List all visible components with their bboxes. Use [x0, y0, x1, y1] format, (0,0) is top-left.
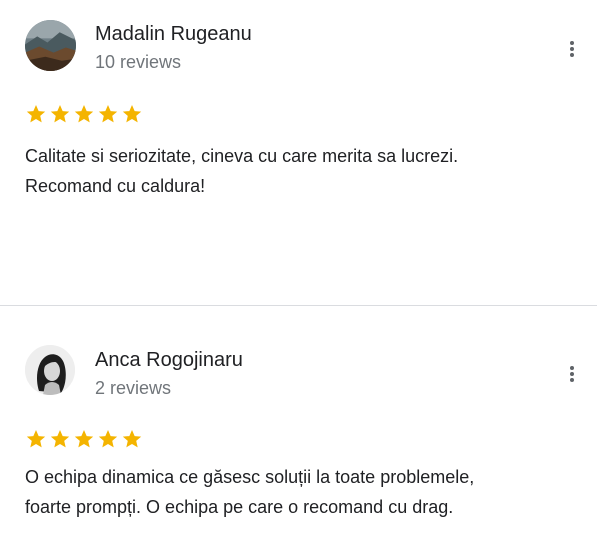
review-card: Madalin Rugeanu 10 reviews Calitate si s…: [0, 0, 597, 306]
avatar[interactable]: [25, 345, 75, 395]
review-count: 10 reviews: [95, 52, 182, 72]
star-icon: [50, 430, 70, 448]
dot: [570, 41, 574, 45]
star-icon: [98, 430, 118, 448]
review-text: Calitate si seriozitate, cineva cu care …: [25, 141, 590, 201]
review-count: 2 reviews: [95, 378, 172, 398]
review-text-line: O echipa dinamica ce găsesc soluții la t…: [25, 467, 475, 487]
more-options-icon[interactable]: [561, 38, 583, 60]
more-options-icon[interactable]: [561, 363, 583, 385]
review-text-line: foarte prompți. O echipa pe care o recom…: [25, 497, 454, 517]
portrait-avatar-image: [25, 345, 75, 395]
divider: [0, 305, 597, 306]
star-icon: [26, 430, 46, 448]
dot: [570, 366, 574, 370]
dot: [570, 372, 574, 376]
landscape-avatar-image: [25, 20, 76, 71]
star-icon: [122, 105, 142, 123]
review-text-line: Recomand cu caldura!: [25, 176, 206, 196]
star-icon: [50, 105, 70, 123]
star-icon: [98, 105, 118, 123]
star-rating: [25, 103, 143, 125]
review-text: O echipa dinamica ce găsesc soluții la t…: [25, 462, 590, 522]
dot: [570, 47, 574, 51]
star-icon: [122, 430, 142, 448]
dot: [570, 378, 574, 382]
review-text-line: Calitate si seriozitate, cineva cu care …: [25, 146, 459, 166]
reviewer-name[interactable]: Madalin Rugeanu: [95, 22, 252, 46]
dot: [570, 53, 574, 57]
star-icon: [26, 105, 46, 123]
avatar[interactable]: [25, 20, 76, 71]
reviewer-name[interactable]: Anca Rogojinaru: [95, 348, 243, 372]
star-icon: [74, 430, 94, 448]
review-card: Anca Rogojinaru 2 reviews O echipa dinam…: [0, 307, 597, 543]
star-icon: [74, 105, 94, 123]
star-rating: [25, 428, 143, 450]
